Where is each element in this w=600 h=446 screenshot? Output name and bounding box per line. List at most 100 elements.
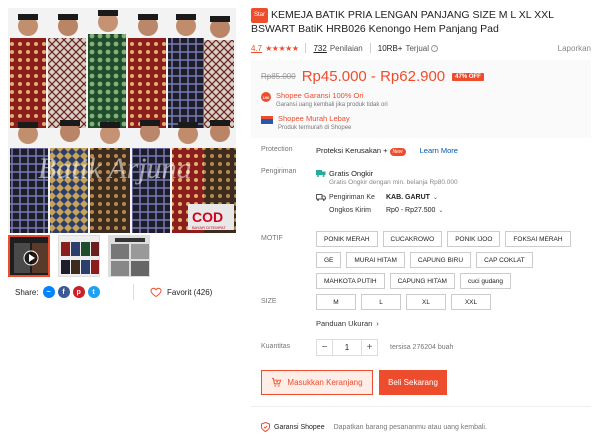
title-text: KEMEJA BATIK PRIA LENGAN PANJANG SIZE M … bbox=[251, 9, 554, 35]
motif-option[interactable]: CAPUNG BIRU bbox=[409, 252, 472, 268]
murah-lebay-icon bbox=[261, 115, 273, 125]
ratings-count[interactable]: 732 bbox=[313, 44, 326, 53]
murah-lebay[interactable]: Shopee Murah Lebay Produk termurah di Sh… bbox=[261, 114, 581, 131]
share-divider bbox=[133, 284, 134, 300]
guarantee-footer-sub: Dapatkan barang pesananmu atau uang kemb… bbox=[333, 423, 487, 431]
guarantee-footer-title: Garansi Shopee bbox=[274, 423, 325, 431]
ship-to-dropdown[interactable]: KAB. GARUT ⌄ bbox=[386, 194, 438, 201]
size-option[interactable]: XL bbox=[406, 294, 446, 310]
cart-icon bbox=[272, 377, 282, 387]
guarantee-title: Shopee Garansi 100% Ori bbox=[276, 91, 364, 100]
motif-option[interactable]: cuci gudang bbox=[459, 273, 512, 289]
favorite-label: Favorit (426) bbox=[167, 287, 213, 297]
shipping-cost-value: Rp0 - Rp27.500 bbox=[386, 206, 436, 214]
motif-row: MOTIF PONIK MERAH CUCAKROWO PONIK IJOO FOKS… bbox=[261, 231, 591, 289]
size-guide-label: Panduan Ukuran bbox=[316, 319, 373, 328]
meta-row: 4.7 ★★★★★ 732 Penilaian 10RB+ Terjual ? … bbox=[251, 43, 591, 53]
shipping-cost-dropdown[interactable]: Rp0 - Rp27.500 ⌄ bbox=[386, 207, 443, 214]
rating-value[interactable]: 4.7 bbox=[251, 44, 262, 53]
cod-badge: COD bbox=[192, 209, 223, 225]
free-shipping-title: Gratis Ongkir bbox=[329, 168, 374, 178]
motif-option[interactable]: PONIK IJOO bbox=[447, 231, 501, 247]
ship-to-label: Pengiriman Ke bbox=[329, 193, 375, 201]
size-guide-link[interactable]: Panduan Ukuran › bbox=[316, 319, 591, 328]
motif-option[interactable]: GE bbox=[316, 252, 342, 268]
chevron-down-icon: ⌄ bbox=[432, 194, 438, 201]
share-row: Share: ~ f p t Favorit (426) bbox=[15, 284, 230, 300]
motif-option[interactable]: PONIK MERAH bbox=[316, 231, 378, 247]
add-to-cart-button[interactable]: Masukkan Keranjang bbox=[261, 370, 373, 395]
star-badge: Star bbox=[251, 8, 269, 23]
stock-info: tersisa 276204 buah bbox=[390, 344, 454, 351]
ship-to-value: KAB. GARUT bbox=[386, 193, 430, 201]
size-options: M L XL XXL bbox=[316, 294, 586, 310]
quantity-stepper: − 1 + tersisa 276204 buah bbox=[316, 339, 591, 356]
increment-button[interactable]: + bbox=[361, 339, 378, 356]
share-label: Share: bbox=[15, 287, 39, 297]
motif-option[interactable]: MURAI HITAM bbox=[346, 252, 405, 268]
shipping-cost-label: Ongkos Kirim bbox=[329, 206, 372, 214]
favorite-button[interactable]: Favorit (426) bbox=[150, 286, 212, 298]
main-product-image[interactable]: Batik Arjuna COD BAYAR DITEMPAT bbox=[8, 8, 236, 233]
motif-option[interactable]: MAHKOTA PUTIH bbox=[316, 273, 385, 289]
shipping-label: Pengiriman bbox=[261, 168, 297, 175]
size-option[interactable]: L bbox=[361, 294, 401, 310]
protection-value: Proteksi Kerusakan + bbox=[316, 146, 388, 155]
thumbnail-2[interactable] bbox=[58, 235, 100, 277]
quantity-input[interactable]: 1 bbox=[333, 339, 361, 356]
ratings-label: Penilaian bbox=[329, 43, 363, 53]
thumbnail-3[interactable] bbox=[108, 235, 150, 277]
motif-label: MOTIF bbox=[261, 235, 283, 242]
learn-more-link[interactable]: Learn More bbox=[420, 146, 458, 155]
product-gallery: Batik Arjuna COD BAYAR DITEMPAT bbox=[8, 8, 236, 233]
size-option[interactable]: M bbox=[316, 294, 356, 310]
size-label: SIZE bbox=[261, 298, 277, 305]
protection-row: Protection Proteksi Kerusakan + New Learn… bbox=[261, 146, 591, 156]
guarantee-ori[interactable]: 100 Shopee Garansi 100% Ori Garansi uang… bbox=[261, 91, 581, 108]
size-row: SIZE M L XL XXL Panduan Ukuran › bbox=[261, 294, 591, 328]
report-link[interactable]: Laporkan bbox=[558, 44, 591, 53]
help-icon[interactable]: ? bbox=[431, 44, 439, 52]
star-icons: ★★★★★ bbox=[265, 43, 299, 53]
buy-now-button[interactable]: Beli Sekarang bbox=[379, 370, 447, 395]
watermark-text: Batik Arjuna bbox=[38, 152, 192, 185]
motif-option[interactable]: CAPUNG HITAM bbox=[389, 273, 455, 289]
truck-icon bbox=[316, 193, 326, 201]
size-option[interactable]: XXL bbox=[451, 294, 491, 310]
pinterest-icon[interactable]: p bbox=[72, 286, 85, 298]
guarantee-sub: Garansi uang kembali jika produk tidak o… bbox=[276, 102, 388, 108]
facebook-icon[interactable]: f bbox=[57, 286, 70, 298]
protection-label: Protection bbox=[261, 146, 293, 153]
free-shipping-sub: Gratis Ongkir dengan min. belanja Rp80.0… bbox=[329, 179, 458, 186]
current-price: Rp45.000 - Rp62.900 bbox=[301, 68, 446, 85]
new-badge: New bbox=[389, 148, 406, 156]
messenger-icon[interactable]: ~ bbox=[42, 286, 55, 298]
shopee-guarantee[interactable]: Garansi Shopee Dapatkan barang pesananmu… bbox=[261, 422, 487, 432]
shipping-row: Pengiriman Gratis Ongkir Gratis Ongkir d… bbox=[261, 168, 591, 215]
price-box: Rp85.000 Rp45.000 - Rp62.900 47% OFF 100… bbox=[251, 60, 591, 138]
decrement-button[interactable]: − bbox=[316, 339, 333, 356]
sold-label: Terjual bbox=[405, 43, 430, 53]
thumbnail-video[interactable] bbox=[8, 235, 50, 277]
original-price: Rp85.000 bbox=[261, 72, 296, 81]
murah-sub: Produk termurah di Shopee bbox=[278, 125, 352, 131]
guarantee-icon: 100 bbox=[261, 92, 271, 102]
quantity-label: Kuantitas bbox=[261, 343, 291, 350]
add-to-cart-label: Masukkan Keranjang bbox=[287, 378, 363, 387]
motif-option[interactable]: CUCAKROWO bbox=[382, 231, 443, 247]
thumbnail-strip bbox=[8, 235, 150, 277]
heart-icon bbox=[150, 287, 162, 298]
chevron-right-icon: › bbox=[376, 319, 379, 328]
cod-sub: BAYAR DITEMPAT bbox=[192, 225, 226, 230]
free-shipping-icon bbox=[316, 169, 326, 177]
twitter-icon[interactable]: t bbox=[87, 286, 100, 298]
product-info: Star KEMEJA BATIK PRIA LENGAN PANJANG SIZ… bbox=[251, 8, 591, 138]
motif-option[interactable]: FOKSAI MERAH bbox=[505, 231, 571, 247]
buy-now-label: Beli Sekarang bbox=[388, 378, 438, 387]
shield-icon bbox=[261, 422, 270, 432]
murah-title: Shopee Murah Lebay bbox=[278, 114, 350, 123]
motif-options: PONIK MERAH CUCAKROWO PONIK IJOO FOKSAI MER… bbox=[316, 231, 586, 289]
chevron-down-icon: ⌄ bbox=[438, 207, 444, 214]
product-title: Star KEMEJA BATIK PRIA LENGAN PANJANG SIZ… bbox=[251, 8, 591, 36]
motif-option[interactable]: CAP COKLAT bbox=[476, 252, 533, 268]
